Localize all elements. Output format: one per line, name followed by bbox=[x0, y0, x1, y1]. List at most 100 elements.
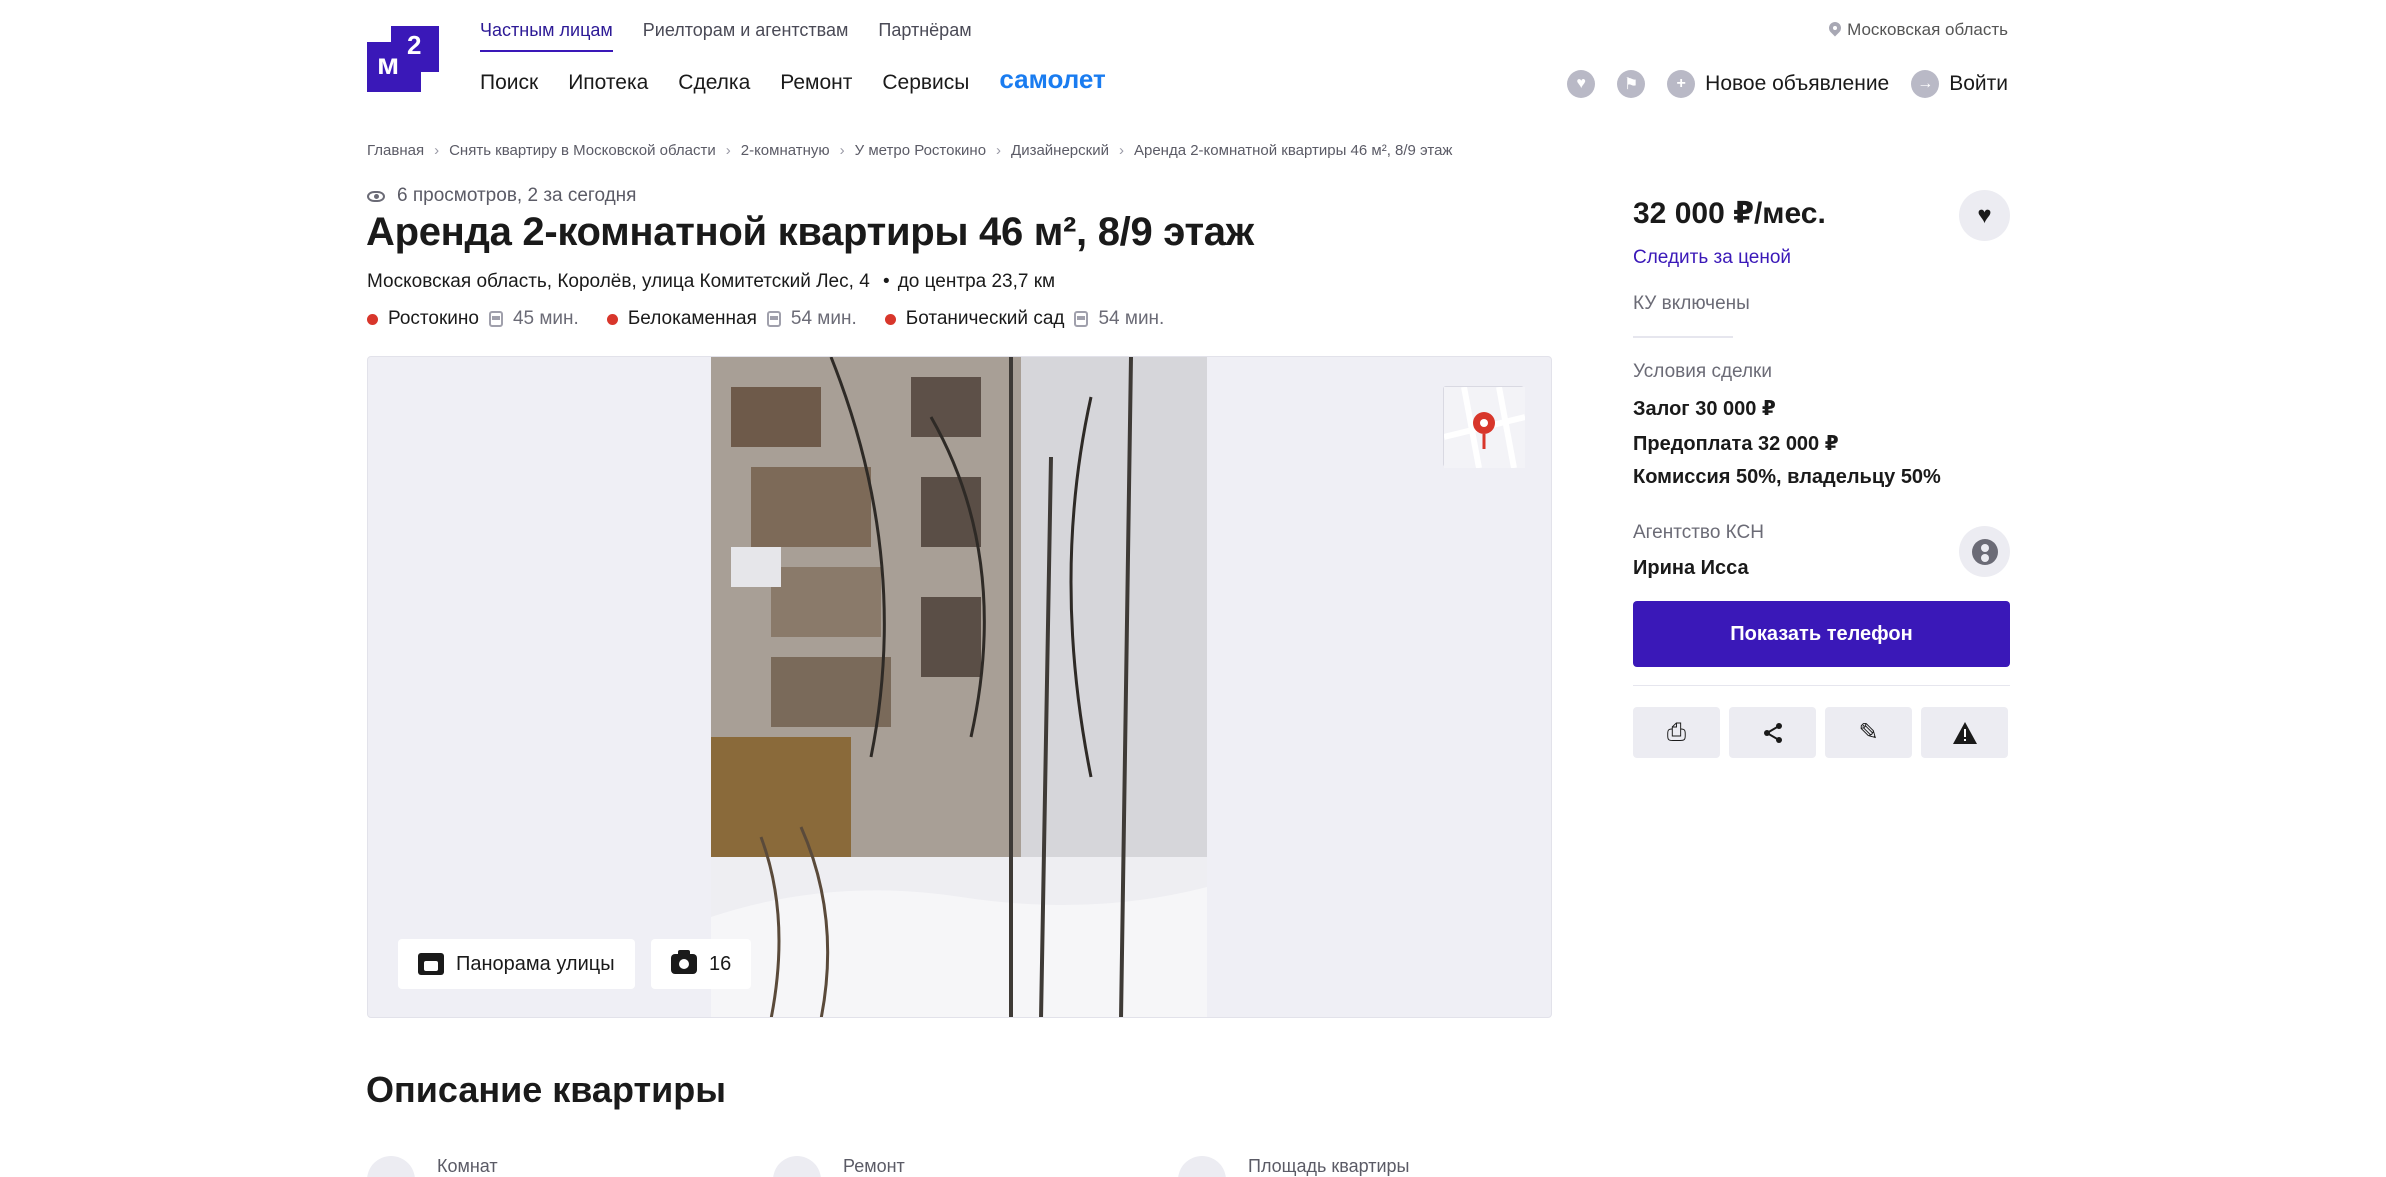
street-panorama-button[interactable]: Панорама улицы bbox=[398, 939, 635, 989]
feature-label: Ремонт bbox=[843, 1156, 905, 1176]
breadcrumb-item[interactable]: Снять квартиру в Московской области bbox=[449, 142, 716, 159]
nav-repair[interactable]: Ремонт bbox=[780, 71, 852, 95]
address-house[interactable]: 4 bbox=[859, 271, 870, 292]
breadcrumb-item[interactable]: Главная bbox=[367, 142, 424, 159]
metro-station[interactable]: Ростокино 45 мин. bbox=[367, 308, 579, 330]
metro-station[interactable]: Ботанический сад 54 мин. bbox=[884, 308, 1165, 330]
new-ad-label: Новое объявление bbox=[1705, 72, 1890, 95]
map-pin-icon bbox=[1443, 386, 1526, 469]
deposit: Залог 30 000 ₽ bbox=[1633, 398, 1776, 420]
bus-icon bbox=[766, 311, 781, 327]
tab-private[interactable]: Частным лицам bbox=[480, 20, 613, 52]
breadcrumb-item[interactable]: 2-комнатную bbox=[741, 142, 830, 159]
tab-realtors[interactable]: Риелторам и агентствам bbox=[643, 20, 849, 52]
heart-icon: ♥ bbox=[1977, 201, 1992, 229]
breadcrumb-item[interactable]: Дизайнерский bbox=[1011, 142, 1109, 159]
rooms-icon bbox=[367, 1156, 415, 1177]
price: 32 000 ₽/мес. bbox=[1633, 197, 1826, 230]
favorite-button[interactable]: ♥ bbox=[1959, 190, 2010, 241]
login-button[interactable]: → Войти bbox=[1911, 70, 2008, 98]
chevron-right-icon: › bbox=[996, 142, 1002, 159]
area-icon bbox=[1178, 1156, 1226, 1177]
edit-button[interactable]: ✎ bbox=[1825, 707, 1912, 758]
print-button[interactable]: ⎙ bbox=[1633, 707, 1720, 758]
share-icon bbox=[1763, 722, 1782, 743]
login-label: Войти bbox=[1949, 72, 2008, 95]
photo-count: 16 bbox=[709, 952, 732, 975]
divider bbox=[1633, 336, 1733, 338]
metro-line-dot-icon bbox=[884, 313, 896, 325]
prepayment: Предоплата 32 000 ₽ bbox=[1633, 433, 1839, 455]
breadcrumb: Главная › Снять квартиру в Московской об… bbox=[367, 142, 1452, 159]
metro-time: 54 мин. bbox=[790, 308, 857, 329]
feature-rooms: Комнат bbox=[367, 1150, 498, 1177]
nav-mortgage[interactable]: Ипотека bbox=[568, 71, 648, 95]
site-logo[interactable]: м 2 bbox=[367, 26, 439, 92]
agent-name: Ирина Исса bbox=[1633, 557, 1749, 579]
samolet-promo-link[interactable]: самолет bbox=[999, 64, 1105, 95]
logo-superscript: 2 bbox=[407, 30, 422, 60]
bus-icon bbox=[488, 311, 503, 327]
chevron-right-icon: › bbox=[725, 142, 731, 159]
metro-name: Ботанический сад bbox=[905, 308, 1065, 329]
share-button[interactable] bbox=[1729, 707, 1816, 758]
feature-area: Площадь квартиры bbox=[1178, 1150, 1409, 1177]
feature-label: Площадь квартиры bbox=[1248, 1156, 1410, 1176]
breadcrumb-current: Аренда 2-комнатной квартиры 46 м², 8/9 э… bbox=[1133, 142, 1453, 159]
login-arrow-icon: → bbox=[1911, 70, 1940, 98]
warning-icon bbox=[1952, 721, 1977, 744]
photo-count-button[interactable]: 16 bbox=[651, 939, 752, 989]
bookmark-icon[interactable]: ⚑ bbox=[1617, 70, 1646, 98]
address-city[interactable]: Королёв, bbox=[557, 271, 636, 292]
nav-deal[interactable]: Сделка bbox=[678, 71, 750, 95]
chevron-right-icon: › bbox=[1118, 142, 1124, 159]
address-street[interactable]: улица Комитетский Лес, bbox=[642, 271, 854, 292]
camera-icon bbox=[671, 950, 697, 974]
listing-tools: ⎙ ✎ bbox=[1633, 707, 2008, 758]
agent-avatar[interactable] bbox=[1959, 526, 2010, 577]
tab-partners[interactable]: Партнёрам bbox=[878, 20, 971, 52]
metro-list: Ростокино 45 мин. Белокаменная 54 мин. Б… bbox=[367, 308, 1164, 330]
region-label: Московская область bbox=[1847, 20, 2008, 39]
chevron-right-icon: › bbox=[434, 142, 440, 159]
address: Московская область, Королёв, улица Комит… bbox=[367, 271, 1055, 293]
feature-repair: Ремонт bbox=[773, 1150, 905, 1177]
main-nav: Поиск Ипотека Сделка Ремонт Сервисы само… bbox=[480, 64, 1106, 95]
main-photo[interactable] bbox=[711, 357, 1207, 1017]
follow-price-link[interactable]: Следить за ценой bbox=[1633, 247, 1791, 269]
panorama-icon bbox=[418, 953, 444, 975]
repair-icon bbox=[773, 1156, 821, 1177]
map-thumbnail[interactable] bbox=[1443, 386, 1526, 469]
description-title: Описание квартиры bbox=[366, 1069, 726, 1110]
logo-text: м bbox=[377, 48, 399, 81]
eye-icon bbox=[367, 190, 385, 202]
breadcrumb-item[interactable]: У метро Ростокино bbox=[855, 142, 986, 159]
region-selector[interactable]: Московская область bbox=[1829, 20, 2008, 40]
page-title: Аренда 2-комнатной квартиры 46 м², 8/9 э… bbox=[366, 210, 1254, 254]
show-phone-button[interactable]: Показать телефон bbox=[1633, 601, 2010, 667]
photo-gallery[interactable]: Панорама улицы 16 bbox=[367, 356, 1552, 1018]
nav-search[interactable]: Поиск bbox=[480, 71, 538, 95]
metro-time: 45 мин. bbox=[512, 308, 579, 329]
address-region[interactable]: Московская область, bbox=[367, 271, 552, 292]
agency-name[interactable]: Агентство КСН bbox=[1633, 522, 1764, 544]
center-distance: до центра 23,7 км bbox=[897, 271, 1056, 292]
pencil-icon: ✎ bbox=[1858, 719, 1879, 746]
utilities-note: КУ включены bbox=[1633, 293, 1750, 314]
new-ad-button[interactable]: + Новое объявление bbox=[1667, 70, 1889, 98]
location-pin-icon bbox=[1829, 22, 1841, 38]
divider bbox=[1633, 685, 2010, 686]
metro-station[interactable]: Белокаменная 54 мин. bbox=[606, 308, 857, 330]
views-text: 6 просмотров, 2 за сегодня bbox=[397, 185, 637, 206]
view-counter: 6 просмотров, 2 за сегодня bbox=[367, 185, 636, 207]
nav-services[interactable]: Сервисы bbox=[882, 71, 969, 95]
bullet-separator: • bbox=[883, 271, 890, 292]
panorama-label: Панорама улицы bbox=[456, 952, 615, 975]
metro-line-dot-icon bbox=[606, 313, 618, 325]
user-actions: ♥ ⚑ + Новое объявление → Войти bbox=[1567, 70, 2008, 98]
report-button[interactable] bbox=[1921, 707, 2008, 758]
favorites-heart-icon[interactable]: ♥ bbox=[1567, 70, 1596, 98]
metro-name: Белокаменная bbox=[627, 308, 757, 329]
metro-time: 54 мин. bbox=[1098, 308, 1165, 329]
building-photo-image bbox=[711, 357, 1207, 1017]
